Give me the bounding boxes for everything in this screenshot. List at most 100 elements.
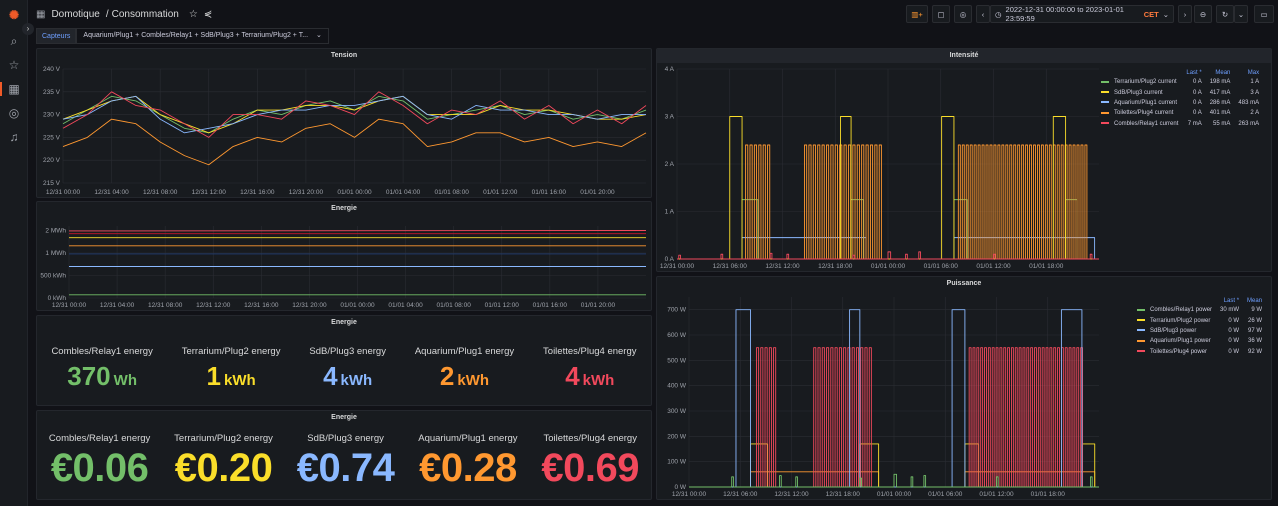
legend-row[interactable]: SdB/Plug3 power 0 W 97 W: [1133, 326, 1266, 336]
x-tick-label: 12/31 18:00: [818, 263, 853, 270]
y-tick-label: 240 V: [43, 66, 61, 73]
series-name: Combles/Relay1 current: [1114, 120, 1179, 127]
x-tick-label: 12/31 00:00: [672, 491, 707, 498]
legend-row[interactable]: Toilettes/Plug4 current 0 A 401 mA 2 A: [1097, 108, 1263, 118]
puissance-chart: 0 W 100 W 200 W 300 W 400 W 500 W 600 W 700 W 12…: [667, 297, 1099, 498]
x-tick-label: 12/31 00:00: [660, 263, 695, 270]
legend-mean: 26 W: [1248, 317, 1263, 324]
legend-row[interactable]: SdB/Plug3 current 0 A 417 mA 3 A: [1097, 87, 1263, 97]
y-tick-label: 2 A: [665, 161, 675, 168]
cost-stats: Combles/Relay1 energy €0.06 Terrarium/Plug…: [37, 433, 651, 491]
bell-icon[interactable]: ♫: [7, 130, 21, 144]
stat-item: Combles/Relay1 energy €0.06: [49, 433, 150, 491]
series-name: Terrarium/Plug2 power: [1150, 317, 1211, 324]
legend-row[interactable]: Combles/Relay1 power 30 mW 9 W: [1133, 305, 1266, 315]
legend-row[interactable]: Combles/Relay1 current 7 mA 55 mA 263 mA: [1097, 119, 1263, 129]
grafana-logo-icon[interactable]: ✺: [7, 8, 21, 22]
zoom-out-button[interactable]: ⊖: [1194, 5, 1212, 23]
expand-sidebar-button[interactable]: ›: [22, 23, 34, 35]
legend-column-header[interactable]: Last *: [1182, 69, 1205, 77]
tension-chart: 215 V 220 V 225 V 230 V 235 V 240 V 12/31 00:0…: [43, 66, 647, 196]
x-tick-label: 01/01 12:00: [483, 189, 518, 196]
series-name: Aquarium/Plug1 power: [1150, 338, 1211, 345]
stat-item: SdB/Plug3 energy €0.74: [297, 433, 395, 491]
chevron-down-icon: ⌄: [1237, 9, 1245, 19]
dashboard-title[interactable]: Consommation: [112, 9, 179, 20]
stat-number: 370: [67, 361, 111, 391]
variable-label: Capteurs: [36, 28, 77, 44]
panel-energie-stat: Energie Combles/Relay1 energy 370 Wh Terrar…: [36, 315, 652, 406]
panel-title[interactable]: Tension: [37, 49, 651, 63]
share-icon[interactable]: ⋞: [204, 9, 212, 20]
settings-button[interactable]: ◎: [954, 5, 972, 23]
series-color-swatch: [1101, 111, 1109, 114]
x-tick-label: 12/31 04:00: [100, 302, 135, 309]
legend-column-header[interactable]: Max: [1234, 69, 1263, 77]
panel-title[interactable]: Energie: [37, 316, 651, 330]
y-tick-label: 400 W: [667, 383, 687, 390]
stat-label: Combles/Relay1 energy: [48, 433, 151, 444]
breadcrumb-folder[interactable]: Domotique: [51, 9, 99, 20]
stat-value: €0.28: [418, 446, 517, 491]
x-tick-label: 12/31 12:00: [765, 263, 800, 270]
panel-energie-graph: Energie 0 kWh 500 kWh 1 MWh 2 MWh 12/31 00:0…: [36, 201, 652, 311]
tv-mode-button[interactable]: ▭: [1254, 5, 1274, 23]
legend-last: 0 W: [1228, 317, 1240, 324]
y-tick-label: 600 W: [667, 332, 687, 339]
refresh-interval-dropdown[interactable]: ⌄: [1234, 5, 1248, 23]
zoom-out-icon: ⊖: [1199, 9, 1207, 19]
legend-row[interactable]: Terrarium/Plug2 power 0 W 26 W: [1133, 315, 1266, 325]
save-button[interactable]: ▢: [932, 5, 950, 23]
chevron-down-icon: ⌄: [1162, 9, 1169, 19]
x-tick-label: 12/31 20:00: [292, 302, 327, 309]
legend-column-header[interactable]: Mean: [1243, 297, 1266, 305]
panel-title[interactable]: Intensité: [657, 49, 1271, 63]
x-tick-label: 01/01 12:00: [976, 263, 1011, 270]
y-tick-label: 0 A: [665, 256, 675, 263]
explore-icon[interactable]: ◎: [7, 106, 21, 120]
time-forward-button[interactable]: ›: [1178, 5, 1192, 23]
legend-last: 0 W: [1228, 348, 1240, 355]
legend-column-header[interactable]: Last *: [1216, 297, 1243, 305]
timezone-badge: CET: [1143, 9, 1159, 19]
stat-unit: kWh: [582, 372, 615, 389]
y-tick-label: 2 MWh: [45, 228, 66, 235]
y-tick-label: 700 W: [667, 307, 687, 314]
x-tick-label: 01/01 06:00: [928, 491, 963, 498]
legend-last: 0 A: [1193, 99, 1202, 106]
panel-title[interactable]: Puissance: [657, 277, 1271, 291]
variable-select[interactable]: Aquarium/Plug1 + Combles/Relay1 + SdB/Pl…: [76, 28, 329, 44]
x-tick-label: 01/01 20:00: [581, 302, 616, 309]
y-tick-label: 200 W: [667, 433, 687, 440]
legend-column-header[interactable]: Mean: [1206, 69, 1235, 77]
stat-value: €0.06: [49, 446, 150, 491]
panel-title[interactable]: Energie: [37, 411, 651, 425]
legend-max: 1 A: [1250, 79, 1260, 86]
legend-header: Last * Mean Max: [1097, 69, 1263, 77]
stat-number: 1: [206, 361, 221, 391]
legend-last: 0 W: [1228, 338, 1240, 345]
star-icon[interactable]: ☆: [189, 9, 198, 20]
legend-row[interactable]: Terrarium/Plug2 current 0 A 198 mA 1 A: [1097, 77, 1263, 87]
legend-row[interactable]: Toilettes/Plug4 power 0 W 92 W: [1133, 347, 1266, 357]
time-picker[interactable]: ◷ 2022-12-31 00:00:00 to 2023-01-01 23:5…: [990, 5, 1174, 23]
legend-last: 0 A: [1193, 79, 1202, 86]
legend-row[interactable]: Aquarium/Plug1 power 0 W 36 W: [1133, 336, 1266, 346]
time-back-button[interactable]: ‹: [976, 5, 990, 23]
x-tick-label: 12/31 16:00: [244, 302, 279, 309]
legend-mean: 401 mA: [1209, 110, 1231, 117]
stat-number: €0.74: [296, 446, 395, 490]
star-icon[interactable]: ☆: [7, 58, 21, 72]
add-panel-button[interactable]: ▥+: [906, 5, 928, 23]
legend-max: 263 mA: [1238, 120, 1260, 127]
legend-last: 7 mA: [1187, 120, 1202, 127]
x-tick-label: 01/01 12:00: [485, 302, 520, 309]
panel-title[interactable]: Energie: [37, 202, 651, 216]
dashboards-icon[interactable]: ▦: [7, 82, 21, 96]
stat-label: Toilettes/Plug4 energy: [543, 433, 637, 444]
y-tick-label: 500 kWh: [40, 273, 66, 280]
series-name: Aquarium/Plug1 current: [1114, 99, 1178, 106]
legend-row[interactable]: Aquarium/Plug1 current 0 A 286 mA 483 mA: [1097, 98, 1263, 108]
refresh-button[interactable]: ↻: [1216, 5, 1234, 23]
search-icon[interactable]: ⌕: [7, 34, 21, 48]
